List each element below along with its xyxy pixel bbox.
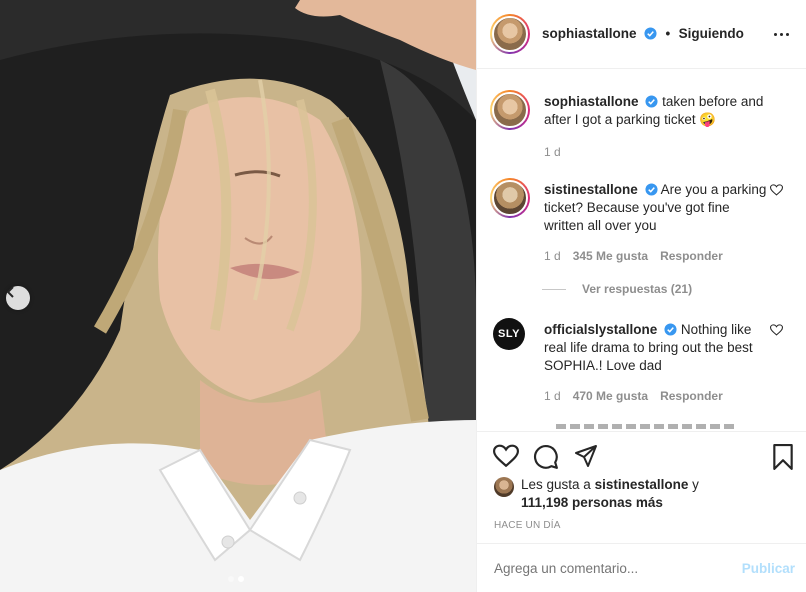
reply-button[interactable]: Responder [660,247,723,265]
verified-badge-icon [664,323,677,336]
caption: sophiastallone taken before and after I … [490,90,795,161]
likes-prefix: Les gusta a [521,477,591,492]
comment-time[interactable]: 1 d [544,247,561,265]
reply-button[interactable]: Responder [660,387,723,405]
comment-likes[interactable]: 470 Me gusta [573,387,648,405]
previous-photo-button[interactable] [6,286,30,310]
verified-badge-icon [645,95,658,108]
carousel-indicator [228,576,244,582]
comments-list: sophiastallone taken before and after I … [477,70,806,430]
liker-avatar[interactable] [494,477,514,497]
liker-username[interactable]: sistinestallone [595,477,689,492]
author-username[interactable]: sophiastallone [542,26,637,41]
comment-item: SLY officialslystallone Nothing like rea… [490,318,795,405]
publish-button[interactable]: Publicar [742,561,795,576]
post-side-panel: sophiastallone • Siguiendo sophiastallon… [476,0,806,592]
view-replies-button[interactable]: Ver respuestas (21) [542,282,692,296]
comment-time[interactable]: 1 d [544,387,561,405]
post-date[interactable]: HACE UN DÍA [494,520,561,531]
commenter-avatar[interactable] [490,178,530,218]
post-dialog: sophiastallone • Siguiendo sophiastallon… [0,0,806,592]
post-actions-bar [477,431,806,481]
following-button[interactable]: Siguiendo [679,26,744,41]
like-comment-heart-icon[interactable] [770,184,783,196]
bookmark-icon[interactable] [772,444,794,470]
more-options-icon[interactable] [769,24,793,44]
carousel-dot [228,576,234,582]
caption-username[interactable]: sophiastallone [544,94,639,109]
selfie-illustration [0,0,476,592]
commenter-avatar[interactable]: SLY [493,318,525,350]
author-avatar[interactable] [490,90,530,130]
comment-item: sistinestallone Are you a parking ticket… [490,178,795,265]
like-comment-heart-icon[interactable] [770,324,783,336]
likes-and: y [692,477,699,492]
share-icon[interactable] [573,444,599,468]
add-comment-bar: Publicar [477,543,806,592]
comment-username[interactable]: sistinestallone [544,182,638,197]
comment-icon[interactable] [533,444,559,470]
chevron-left-icon [6,286,14,298]
verified-badge-icon [644,27,657,40]
follow-separator: • [665,26,671,41]
scroll-overflow-hint [556,424,736,430]
caption-time[interactable]: 1 d [544,143,561,161]
comment-username[interactable]: officialslystallone [544,322,657,337]
author-avatar[interactable] [490,14,530,54]
verified-badge-icon [645,183,658,196]
comment-input[interactable] [494,560,742,576]
carousel-dot-active [238,576,244,582]
post-photo[interactable] [0,0,476,592]
post-header: sophiastallone • Siguiendo [477,0,806,69]
like-heart-icon[interactable] [493,444,519,468]
comment-likes[interactable]: 345 Me gusta [573,247,648,265]
likes-others[interactable]: 111,198 personas más [521,495,663,510]
likes-summary: Les gusta a sistinestallone y 111,198 pe… [494,476,699,512]
